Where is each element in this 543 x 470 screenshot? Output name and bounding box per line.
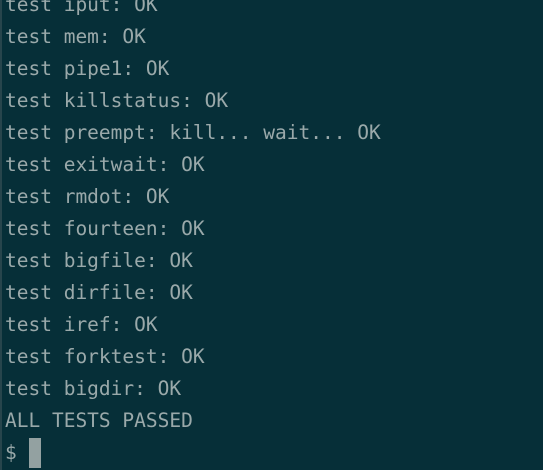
output-line: test bigdir: OK (5, 377, 182, 400)
output-line: test bigfile: OK (5, 249, 193, 272)
terminal-output: test iput: OK test mem: OK test pipe1: O… (5, 0, 381, 469)
output-line: test forktest: OK (5, 345, 205, 368)
output-line: test iput: OK (5, 0, 158, 16)
output-line: test fourteen: OK (5, 217, 205, 240)
output-line: test rmdot: OK (5, 185, 170, 208)
output-line: test dirfile: OK (5, 281, 193, 304)
shell-prompt: $ (5, 441, 17, 464)
output-line: test mem: OK (5, 25, 146, 48)
output-line: test preempt: kill... wait... OK (5, 121, 381, 144)
text-cursor (28, 438, 41, 468)
command-prompt-line[interactable]: $ (5, 437, 381, 469)
output-line: test killstatus: OK (5, 89, 229, 112)
tests-summary-line: ALL TESTS PASSED (5, 409, 193, 432)
output-line: test pipe1: OK (5, 57, 170, 80)
terminal-window[interactable]: test iput: OK test mem: OK test pipe1: O… (0, 0, 543, 470)
output-line: test exitwait: OK (5, 153, 205, 176)
window-left-border (0, 0, 2, 470)
output-line: test iref: OK (5, 313, 158, 336)
